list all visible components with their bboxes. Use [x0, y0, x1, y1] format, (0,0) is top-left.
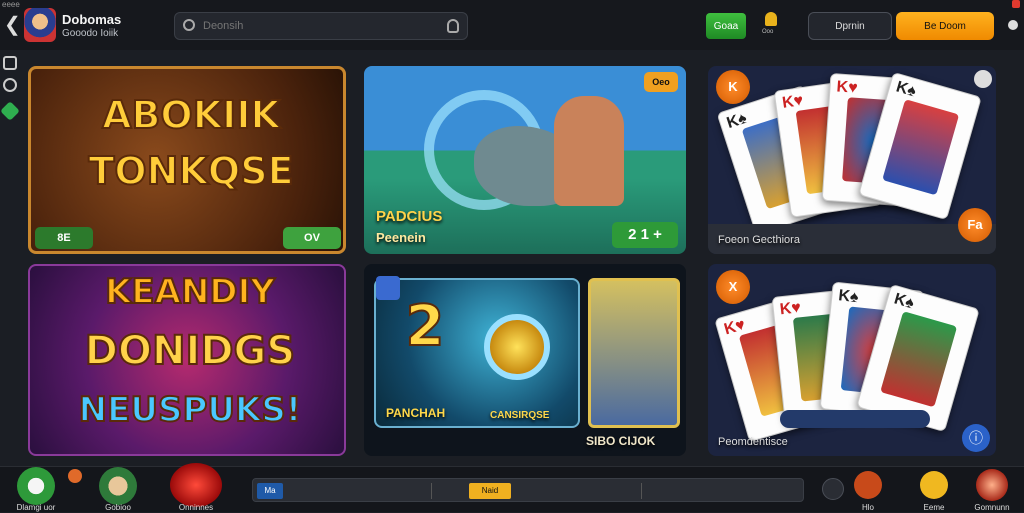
- tile-title-line1: ABOKIIK: [101, 92, 281, 138]
- nav-item-4[interactable]: Hlo: [838, 467, 898, 513]
- card-title: SIBO CIJOK: [586, 434, 656, 448]
- brand-title: Dobomas: [62, 12, 122, 27]
- bell-icon: [765, 12, 777, 26]
- progress-bar[interactable]: Ma Naid: [252, 478, 804, 502]
- nav-item-6[interactable]: Gomnunn: [962, 467, 1022, 513]
- tile-caption: Foeon Gecthiora: [718, 234, 800, 246]
- tile-corner-button[interactable]: Fa: [958, 208, 992, 242]
- nav-label: Onninnes: [178, 503, 214, 512]
- divider: [431, 483, 432, 499]
- trophy-icon: [854, 471, 882, 499]
- star-icon: [920, 471, 948, 499]
- label-right: CANSIRQSE: [490, 410, 550, 421]
- info-button-icon[interactable]: ⓘ: [962, 424, 990, 452]
- nav-label: Eeme: [923, 503, 945, 512]
- game-tile-1[interactable]: ABOKIIK TONKQSE 8E OV: [28, 66, 346, 254]
- tile-corner-badge: Oeo: [644, 72, 678, 92]
- profile-icon: [976, 469, 1008, 501]
- info-icon[interactable]: [3, 78, 17, 92]
- top-bar: eeee ❮ Dobomas Gooodo Ioiik Goaa Ooo Dpr…: [0, 0, 1024, 50]
- game-tile-4[interactable]: KEANDIY DONIDGS NEUSPUKS!: [28, 264, 346, 456]
- divider: [641, 483, 642, 499]
- corner-text: eeee: [2, 0, 20, 9]
- game-tile-3[interactable]: K K♠ K♥ K♥ K♠ Foeon Gecthiora Fa: [708, 66, 996, 254]
- settings-icon[interactable]: [974, 70, 992, 88]
- back-icon[interactable]: ❮: [4, 14, 21, 36]
- avatar-icon: [99, 467, 137, 505]
- play-icon: [170, 463, 222, 507]
- close-icon[interactable]: [1012, 0, 1020, 8]
- progress-chip-2: Naid: [469, 483, 511, 499]
- nav-item-5[interactable]: Eeme: [904, 467, 964, 513]
- green-action-button[interactable]: Goaa: [706, 13, 746, 39]
- tile-badge: K: [716, 70, 750, 104]
- character-card: [588, 278, 680, 428]
- game-tile-6[interactable]: X K♥ K♥ K♠ K♠ Peomdentisce ⓘ: [708, 264, 996, 456]
- coin-icon: [484, 314, 550, 380]
- tile-pill-right[interactable]: OV: [283, 227, 341, 249]
- brand-logo: [24, 8, 56, 42]
- notification-badge: [68, 469, 82, 483]
- nav-label: Dlamgi uor: [16, 503, 56, 512]
- search-icon: [183, 19, 195, 31]
- left-rail: [0, 52, 20, 462]
- nav-label: Hlo: [861, 503, 874, 512]
- fisherman-figure: [554, 96, 624, 206]
- game-tile-5[interactable]: 2 PANCHAH CANSIRQSE SIBO CIJOK: [364, 264, 686, 456]
- diamond-icon[interactable]: [0, 101, 20, 121]
- nav-label: Gomnunn: [974, 503, 1010, 512]
- home-icon[interactable]: [3, 56, 17, 70]
- tile-title-line1: PADCIUS: [376, 208, 443, 225]
- tile-title-line1: KEANDIY: [104, 271, 276, 313]
- big-number: 2: [405, 293, 446, 360]
- chip-row: [780, 410, 930, 428]
- chat-icon[interactable]: [822, 478, 844, 500]
- search-bar[interactable]: [174, 12, 468, 40]
- menu-icon[interactable]: [1008, 20, 1018, 30]
- login-button[interactable]: Dprnin: [808, 12, 892, 40]
- progress-chip-1: Ma: [257, 483, 283, 499]
- register-button[interactable]: Be Doom: [896, 12, 994, 40]
- notification-button[interactable]: Ooo: [762, 12, 780, 38]
- mic-icon[interactable]: [447, 19, 459, 33]
- search-input[interactable]: [203, 17, 433, 35]
- bell-label: Ooo: [762, 29, 774, 35]
- label-left: PANCHAH: [386, 406, 446, 420]
- tile-badge: X: [716, 270, 750, 304]
- nav-label: Gobioo: [105, 503, 131, 512]
- user-icon: [17, 467, 55, 505]
- tile-caption: Peomdentisce: [718, 436, 788, 448]
- tile-pill-left[interactable]: 8E: [35, 227, 93, 249]
- nav-item-1[interactable]: Dlamgi uor: [6, 467, 66, 513]
- brand-subtitle: Gooodo Ioiik: [62, 28, 119, 39]
- tile-title-line2: TONKQSE: [87, 148, 294, 194]
- nav-item-3[interactable]: Onninnes: [166, 463, 226, 513]
- tile-pill-right[interactable]: 2 1 +: [612, 222, 678, 248]
- tile-title-line2: Peenein: [376, 230, 426, 245]
- game-tile-2[interactable]: Oeo PADCIUS Peenein 2 1 +: [364, 66, 686, 254]
- nav-item-2[interactable]: Gobioo: [88, 467, 148, 513]
- tile-title-line3: NEUSPUKS!: [78, 389, 303, 431]
- tile-title-line2: DONIDGS: [84, 327, 296, 375]
